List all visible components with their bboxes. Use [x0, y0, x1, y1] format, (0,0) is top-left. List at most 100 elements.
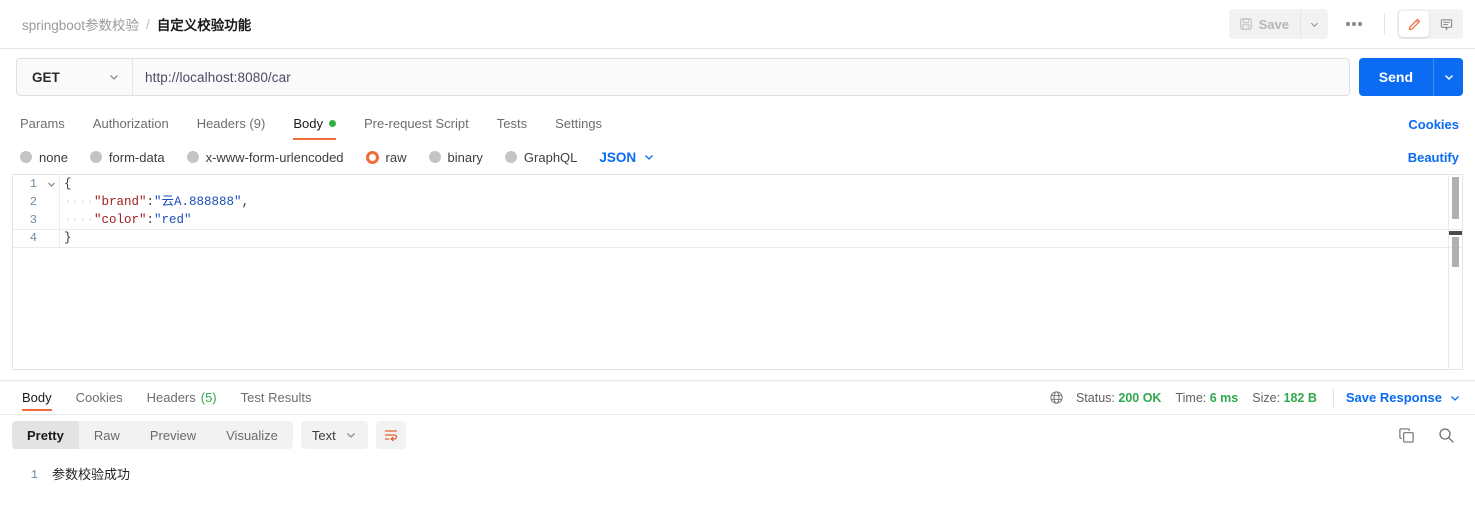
editor-line: 2 ····"brand":"云A.888888", [13, 193, 1462, 211]
send-dropdown-button[interactable] [1433, 58, 1463, 96]
body-type-binary[interactable]: binary [428, 149, 483, 165]
breadcrumb-parent[interactable]: springboot参数校验 [22, 14, 139, 34]
copy-icon[interactable] [1398, 427, 1415, 444]
response-tab-cookies[interactable]: Cookies [64, 381, 135, 414]
body-modified-dot-icon [328, 120, 336, 127]
cookies-link[interactable]: Cookies [1408, 117, 1459, 132]
response-line-number: 1 [30, 468, 38, 482]
tab-tests[interactable]: Tests [483, 116, 541, 140]
scrollbar-thumb[interactable] [1452, 177, 1459, 219]
editor-line-text: ····"brand":"云A.888888", [59, 193, 1462, 211]
search-icon[interactable] [1437, 426, 1455, 444]
tab-headers-label: Headers (9) [196, 116, 266, 131]
editor-vertical-scrollbar[interactable] [1449, 175, 1462, 369]
view-mode-pretty[interactable]: Pretty [12, 421, 79, 449]
tab-params-label: Params [20, 116, 65, 131]
save-button-label: Save [1258, 16, 1289, 32]
request-url-field: GET http://localhost:8080/car [16, 58, 1350, 96]
tab-headers[interactable]: Headers (9) [183, 116, 280, 140]
more-actions-button[interactable] [1336, 9, 1372, 39]
body-type-binary-label: binary [447, 149, 483, 165]
top-bar: springboot参数校验 / 自定义校验功能 Save [0, 0, 1475, 49]
chevron-down-icon [108, 71, 120, 83]
tab-params[interactable]: Params [16, 116, 79, 140]
toolbar-divider [1384, 13, 1385, 35]
postman-request-window: springboot参数校验 / 自定义校验功能 Save GET http:/… [0, 0, 1475, 512]
line-number: 1 [29, 177, 37, 191]
word-wrap-icon [383, 427, 399, 443]
breadcrumb-current[interactable]: 自定义校验功能 [157, 14, 252, 34]
size-label: Size: [1252, 390, 1281, 405]
save-response-button[interactable]: Save Response [1346, 390, 1461, 405]
body-type-form-data[interactable]: form-data [89, 149, 165, 165]
body-type-graphql-label: GraphQL [523, 149, 578, 165]
body-type-none-label: none [39, 149, 68, 165]
view-toggle-group [1397, 9, 1463, 39]
response-body-line: 1 参数校验成功 [0, 465, 1475, 485]
json-colon: : [146, 213, 155, 227]
save-button[interactable]: Save [1229, 9, 1300, 39]
scrollbar-thumb-lower[interactable] [1452, 237, 1459, 267]
json-comma: , [241, 195, 250, 209]
chevron-down-icon [1309, 19, 1320, 30]
view-mode-raw[interactable]: Raw [79, 421, 135, 449]
pencil-icon [1407, 17, 1422, 32]
comments-button[interactable] [1431, 11, 1461, 37]
response-body[interactable]: 1 参数校验成功 [0, 455, 1475, 512]
tab-body[interactable]: Body [279, 116, 350, 140]
tab-authorization[interactable]: Authorization [79, 116, 183, 140]
view-mode-preview[interactable]: Preview [135, 421, 211, 449]
body-type-form-data-label: form-data [108, 149, 165, 165]
response-format-label: Text [311, 427, 336, 443]
floppy-disk-icon [1239, 17, 1253, 31]
save-dropdown-button[interactable] [1300, 9, 1328, 39]
view-mode-visualize-label: Visualize [226, 427, 278, 443]
editor-line: 4 } [13, 229, 1462, 247]
fold-chevron-down-icon[interactable] [43, 180, 59, 189]
indent-guides: ···· [64, 213, 95, 227]
status-value: 200 OK [1118, 390, 1162, 405]
tab-pre-request-script[interactable]: Pre-request Script [350, 116, 483, 140]
response-view-mode-group: Pretty Raw Preview Visualize [12, 421, 293, 449]
response-format-select[interactable]: Text [300, 421, 368, 449]
response-tab-headers[interactable]: Headers (5) [135, 381, 229, 414]
response-status-bar: Status: 200 OK Time: 6 ms Size: 182 B Sa… [1049, 388, 1461, 407]
http-method-select[interactable]: GET [17, 59, 133, 95]
radio-icon [428, 151, 441, 163]
radio-icon [186, 151, 199, 163]
radio-icon [504, 151, 517, 163]
top-bar-actions: Save [1228, 9, 1463, 39]
cookies-link-wrap: Cookies [1408, 117, 1459, 140]
body-type-urlencoded[interactable]: x-www-form-urlencoded [186, 150, 344, 165]
word-wrap-button[interactable] [375, 421, 406, 449]
response-tab-body[interactable]: Body [10, 381, 64, 414]
code-editor[interactable]: 1 { 2 ····"brand":"云A.888888", 3 ····"co… [13, 175, 1462, 369]
editor-row-divider [13, 247, 1462, 248]
beautify-link[interactable]: Beautify [1408, 150, 1459, 165]
response-tab-test-results[interactable]: Test Results [229, 381, 324, 414]
response-tab-cookies-label: Cookies [75, 390, 123, 405]
response-tab-body-label: Body [22, 390, 52, 405]
response-line-text: 参数校验成功 [52, 467, 131, 482]
radio-selected-icon [365, 150, 379, 164]
raw-format-select[interactable]: JSON [599, 150, 655, 165]
request-body-editor[interactable]: 1 { 2 ····"brand":"云A.888888", 3 ····"co… [12, 174, 1463, 370]
editor-row-divider [13, 229, 1462, 230]
line-number: 2 [29, 195, 37, 209]
scrollbar-horizontal-marker[interactable] [1449, 231, 1462, 235]
url-input[interactable]: http://localhost:8080/car [133, 59, 1349, 95]
editor-line-text: { [59, 175, 1462, 193]
body-type-raw[interactable]: raw [365, 150, 407, 165]
response-toolbar: Pretty Raw Preview Visualize Text [0, 415, 1475, 455]
breadcrumb: springboot参数校验 / 自定义校验功能 [22, 14, 251, 34]
editor-line-text: ····"color":"red" [59, 211, 1462, 229]
body-type-none[interactable]: none [20, 150, 68, 165]
body-type-graphql[interactable]: GraphQL [504, 149, 578, 165]
editor-line-text: } [59, 229, 1462, 247]
send-button[interactable]: Send [1359, 58, 1433, 96]
edit-mode-button[interactable] [1399, 11, 1429, 37]
save-button-group: Save [1228, 9, 1328, 39]
breadcrumb-separator: / [146, 16, 150, 32]
view-mode-visualize[interactable]: Visualize [211, 421, 293, 449]
tab-settings[interactable]: Settings [541, 116, 616, 140]
